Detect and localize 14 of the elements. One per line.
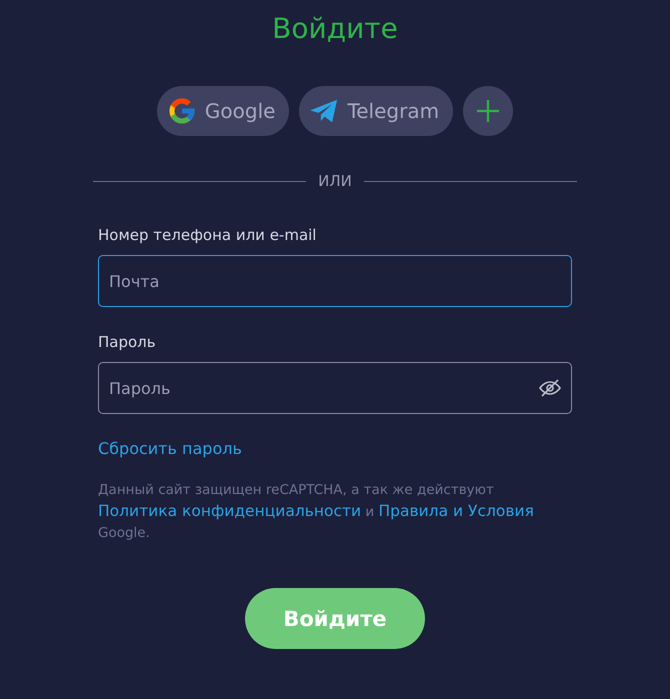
telegram-login-button[interactable]: Telegram [299,86,454,136]
plus-icon [476,99,500,123]
password-field[interactable]: Пароль [98,362,572,414]
page-title: Войдите [272,11,398,47]
policy-link[interactable]: Правила и Условия [378,502,534,520]
google-icon [166,96,197,126]
reset-password-link[interactable]: Сбросить пароль [98,439,242,458]
google-login-button[interactable]: Google [156,86,290,136]
email-field[interactable]: Почта [98,255,572,307]
consent-text: Данный сайт защищен reCAPTCHA, а так же действуют Политика конфиденциальности и Правила и Условия Google. [98,481,535,543]
field-label: Пароль [98,333,157,351]
divider-label: ИЛИ [318,172,352,190]
field-label: Номер телефона или e-mail [98,226,318,244]
policy-link[interactable]: Политика конфиденциальности [98,502,362,520]
